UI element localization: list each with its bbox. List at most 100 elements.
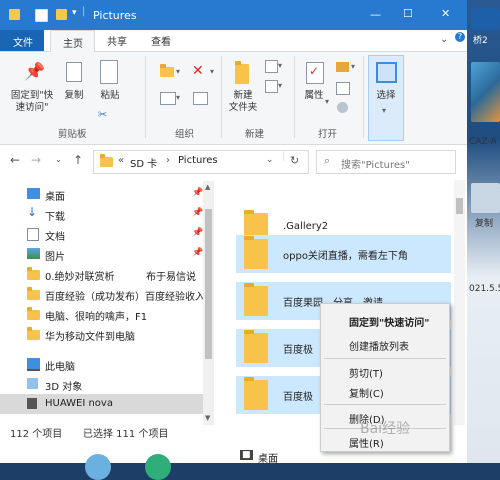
nav-label: 此电脑: [45, 362, 75, 373]
desktop-image-tile[interactable]: [471, 62, 500, 122]
scrollbar-thumb[interactable]: [456, 198, 463, 214]
nav-item-3d-objects[interactable]: 3D 对象: [0, 374, 203, 394]
breadcrumb-separator[interactable]: ›: [166, 155, 170, 166]
content-scrollbar[interactable]: [454, 180, 465, 425]
select-button[interactable]: 选择 ▾: [368, 55, 404, 141]
nav-item-downloads[interactable]: ↓ 下载 📌: [0, 204, 203, 224]
nav-item-desktop[interactable]: 桌面 📌: [0, 184, 203, 204]
copy-icon[interactable]: [66, 62, 82, 82]
recent-dropdown-icon[interactable]: ⌄: [55, 155, 62, 164]
up-icon[interactable]: ↑: [73, 153, 83, 167]
scrollbar-thumb[interactable]: [205, 209, 212, 359]
new-folder-icon[interactable]: [56, 9, 67, 20]
minimize-button[interactable]: —: [370, 8, 381, 21]
pin-quick-access-label[interactable]: 固定到"快: [7, 90, 57, 102]
open-icon[interactable]: [336, 62, 349, 72]
menu-label: 剪切(T): [349, 369, 383, 380]
help-icon[interactable]: ?: [455, 32, 465, 42]
maximize-button[interactable]: ☐: [403, 7, 413, 20]
copy-to-icon[interactable]: [160, 92, 176, 105]
overflow-chevron[interactable]: «: [118, 155, 124, 166]
customize-toolbar-icon[interactable]: ▾: [72, 8, 77, 18]
delete-icon[interactable]: ✕: [192, 63, 204, 79]
paste-button[interactable]: 粘贴: [96, 90, 124, 102]
new-folder-button[interactable]: 新建: [226, 90, 260, 102]
nav-item-this-pc[interactable]: 此电脑: [0, 354, 203, 374]
desktop-tile[interactable]: [471, 8, 500, 30]
menu-item-copy[interactable]: 复制(C): [321, 381, 449, 401]
history-icon[interactable]: [337, 102, 348, 113]
tab-home[interactable]: 主页: [50, 30, 95, 53]
close-button[interactable]: ✕: [441, 7, 450, 20]
breadcrumb-pictures[interactable]: Pictures: [178, 155, 218, 166]
rename-icon[interactable]: [193, 92, 208, 105]
nav-item-folder[interactable]: 华为移动文件到电脑: [0, 324, 203, 344]
nav-scrollbar[interactable]: ▲ ▼: [203, 181, 214, 425]
expand-ribbon-icon[interactable]: ⌄: [440, 34, 448, 45]
breadcrumb-sd-card[interactable]: SD 卡: [130, 155, 157, 170]
new-item-icon[interactable]: [265, 60, 278, 73]
check-icon: ✓: [309, 64, 320, 78]
dropdown-icon[interactable]: ▾: [351, 62, 355, 71]
new-folder-button-2[interactable]: 文件夹: [226, 102, 260, 114]
easy-access-icon[interactable]: [265, 80, 278, 93]
nav-item-huawei-nova[interactable]: HUAWEI nova: [0, 394, 203, 414]
scroll-up-icon[interactable]: ▲: [205, 183, 210, 191]
paste-icon[interactable]: [100, 60, 118, 84]
nav-label: 下载: [45, 212, 65, 223]
nav-item-folder[interactable]: 百度经验（成功发布）百度经验收入: [0, 284, 205, 304]
pin-icon[interactable]: 📌: [192, 228, 203, 238]
file-item-selected[interactable]: oppo关闭直播，需看左下角: [236, 235, 451, 273]
menu-item-cut[interactable]: 剪切(T): [321, 361, 449, 381]
pin-icon[interactable]: 📌: [192, 208, 203, 218]
new-folder-icon[interactable]: [235, 61, 249, 84]
tab-file[interactable]: 文件: [0, 30, 44, 51]
ribbon-separator: [294, 56, 295, 138]
properties-icon[interactable]: [35, 9, 48, 22]
search-input[interactable]: ⌕ 搜索"Pictures": [316, 150, 456, 174]
dropdown-icon[interactable]: ▾: [278, 61, 282, 70]
ribbon-tabs: 文件 主页 共享 查看 ⌄ ?: [0, 30, 467, 53]
edit-icon[interactable]: [336, 82, 350, 95]
ribbon: 📌 固定到"快 速访问" 复制 粘贴 ✂ 剪贴板 ▾ ✕ ▾ ▾ 组织 新建 文…: [0, 52, 467, 145]
move-to-icon[interactable]: [160, 64, 174, 77]
desktop-tile[interactable]: [471, 183, 500, 213]
dropdown-icon: ▾: [382, 106, 387, 115]
pin-icon[interactable]: 📌: [192, 248, 203, 258]
pin-icon[interactable]: 📌: [24, 62, 45, 82]
pin-quick-access-label-2[interactable]: 速访问": [7, 102, 57, 114]
refresh-icon[interactable]: ↻: [290, 154, 299, 167]
menu-item-pin-quick-access[interactable]: 固定到"快速访问": [321, 310, 449, 330]
nav-item-documents[interactable]: 文档 📌: [0, 224, 203, 244]
menu-item-create-playlist[interactable]: 创建播放列表: [321, 334, 449, 354]
dropdown-icon[interactable]: ▾: [325, 97, 329, 106]
dropdown-icon[interactable]: ▾: [278, 81, 282, 90]
search-icon: ⌕: [324, 154, 331, 167]
dropdown-icon[interactable]: ▾: [176, 67, 180, 76]
item-count: 112 个项目: [10, 429, 63, 438]
pin-icon[interactable]: 📌: [192, 188, 203, 198]
nav-item-folder[interactable]: 0.绝妙对联赏析 布于易信说: [0, 264, 203, 284]
dropdown-icon[interactable]: ▾: [210, 67, 214, 76]
app-icon[interactable]: [85, 454, 111, 480]
properties-button[interactable]: 属性: [300, 90, 328, 102]
desktop-icon[interactable]: ■: [240, 450, 253, 460]
properties-icon[interactable]: ✓: [306, 62, 324, 84]
nav-item-pictures[interactable]: 图片 📌: [0, 244, 203, 264]
back-icon[interactable]: ←: [10, 153, 20, 167]
forward-icon[interactable]: →: [31, 153, 41, 167]
folder-icon: [27, 267, 40, 280]
address-dropdown-icon[interactable]: ⌄: [266, 155, 274, 165]
nav-item-folder[interactable]: 电脑、很响的噙声，F1: [0, 304, 203, 324]
menu-label: 固定到"快速访问": [349, 318, 430, 329]
app-icon[interactable]: [145, 454, 171, 480]
address-bar[interactable]: « SD 卡 › Pictures ⌄ | ↻: [93, 150, 309, 174]
copy-button[interactable]: 复制: [60, 90, 88, 102]
menu-separator: [324, 358, 446, 359]
dropdown-icon[interactable]: ▾: [176, 93, 180, 102]
cut-icon[interactable]: ✂: [98, 108, 107, 121]
tab-share[interactable]: 共享: [107, 33, 127, 48]
tab-view[interactable]: 查看: [151, 33, 171, 48]
title-bar[interactable]: ▾ | Pictures — ☐ ✕: [0, 0, 467, 30]
scroll-down-icon[interactable]: ▼: [205, 414, 210, 422]
